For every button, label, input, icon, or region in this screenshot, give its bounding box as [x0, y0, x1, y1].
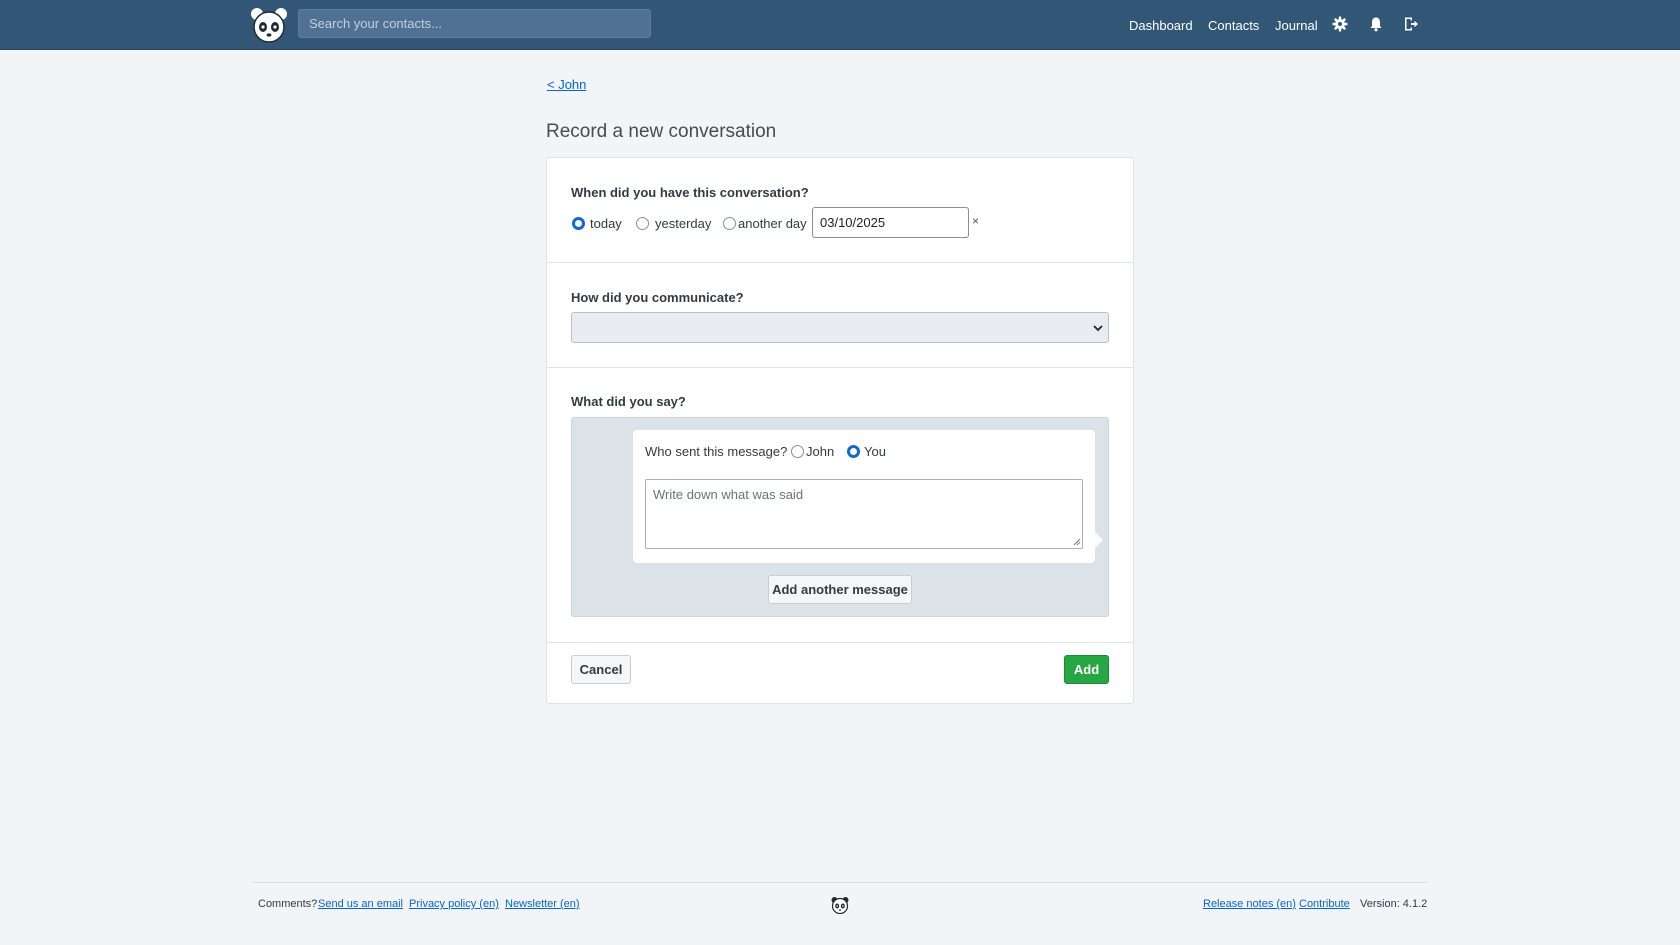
- top-navbar: Dashboard Contacts Journal: [0, 0, 1680, 50]
- footer-comments-label: Comments?: [258, 898, 318, 910]
- add-button[interactable]: Add: [1064, 655, 1109, 684]
- footer-panda-icon: [831, 897, 849, 914]
- bubble-tip: [1095, 532, 1103, 548]
- radio-today-label[interactable]: today: [590, 216, 622, 231]
- footer-newsletter-link[interactable]: Newsletter (en): [505, 898, 580, 910]
- message-bubble: Who sent this message? John You: [633, 430, 1103, 563]
- radio-sender-john[interactable]: [791, 445, 804, 458]
- footer-release-notes-link[interactable]: Release notes (en): [1203, 898, 1296, 910]
- radio-another-day-label[interactable]: another day: [738, 216, 807, 231]
- search-input[interactable]: [298, 9, 651, 38]
- communication-method-select[interactable]: [571, 312, 1109, 343]
- date-input[interactable]: [812, 207, 969, 238]
- how-label: How did you communicate?: [571, 290, 744, 305]
- gear-icon[interactable]: [1332, 16, 1348, 32]
- when-label: When did you have this conversation?: [571, 185, 809, 200]
- radio-another-day[interactable]: [723, 217, 736, 230]
- panda-logo-icon[interactable]: [250, 6, 288, 44]
- radio-yesterday[interactable]: [636, 217, 649, 230]
- section-divider: [547, 262, 1133, 263]
- radio-sender-you[interactable]: [847, 445, 860, 458]
- conversation-form-card: When did you have this conversation? tod…: [546, 157, 1134, 704]
- resize-grip-icon[interactable]: [1073, 538, 1081, 546]
- message-textarea[interactable]: [645, 479, 1083, 549]
- back-to-contact-link[interactable]: < John: [547, 77, 586, 92]
- footer-version: Version: 4.1.2: [1360, 898, 1428, 910]
- messages-area: Who sent this message? John You Add anot…: [571, 417, 1109, 617]
- section-divider: [547, 642, 1133, 643]
- footer-contribute-link[interactable]: Contribute: [1299, 898, 1350, 910]
- nav-contacts[interactable]: Contacts: [1208, 18, 1259, 33]
- who-sent-label: Who sent this message?: [645, 444, 788, 459]
- nav-journal[interactable]: Journal: [1275, 18, 1318, 33]
- page-title: Record a new conversation: [546, 121, 777, 142]
- section-divider: [547, 367, 1133, 368]
- radio-yesterday-label[interactable]: yesterday: [655, 216, 711, 231]
- what-label: What did you say?: [571, 394, 686, 409]
- add-another-message-button[interactable]: Add another message: [768, 575, 912, 604]
- chevron-down-icon: [1093, 325, 1103, 332]
- bell-icon[interactable]: [1368, 16, 1384, 32]
- footer-send-email-link[interactable]: Send us an email: [318, 898, 403, 910]
- radio-today[interactable]: [572, 217, 585, 230]
- nav-dashboard[interactable]: Dashboard: [1129, 18, 1193, 33]
- radio-sender-you-label[interactable]: You: [864, 444, 886, 459]
- footer-divider: [252, 882, 1428, 883]
- clear-date-icon[interactable]: ×: [972, 214, 979, 228]
- cancel-button[interactable]: Cancel: [571, 655, 631, 684]
- footer-privacy-link[interactable]: Privacy policy (en): [409, 898, 499, 910]
- radio-sender-john-label[interactable]: John: [806, 444, 834, 459]
- logout-icon[interactable]: [1403, 16, 1419, 32]
